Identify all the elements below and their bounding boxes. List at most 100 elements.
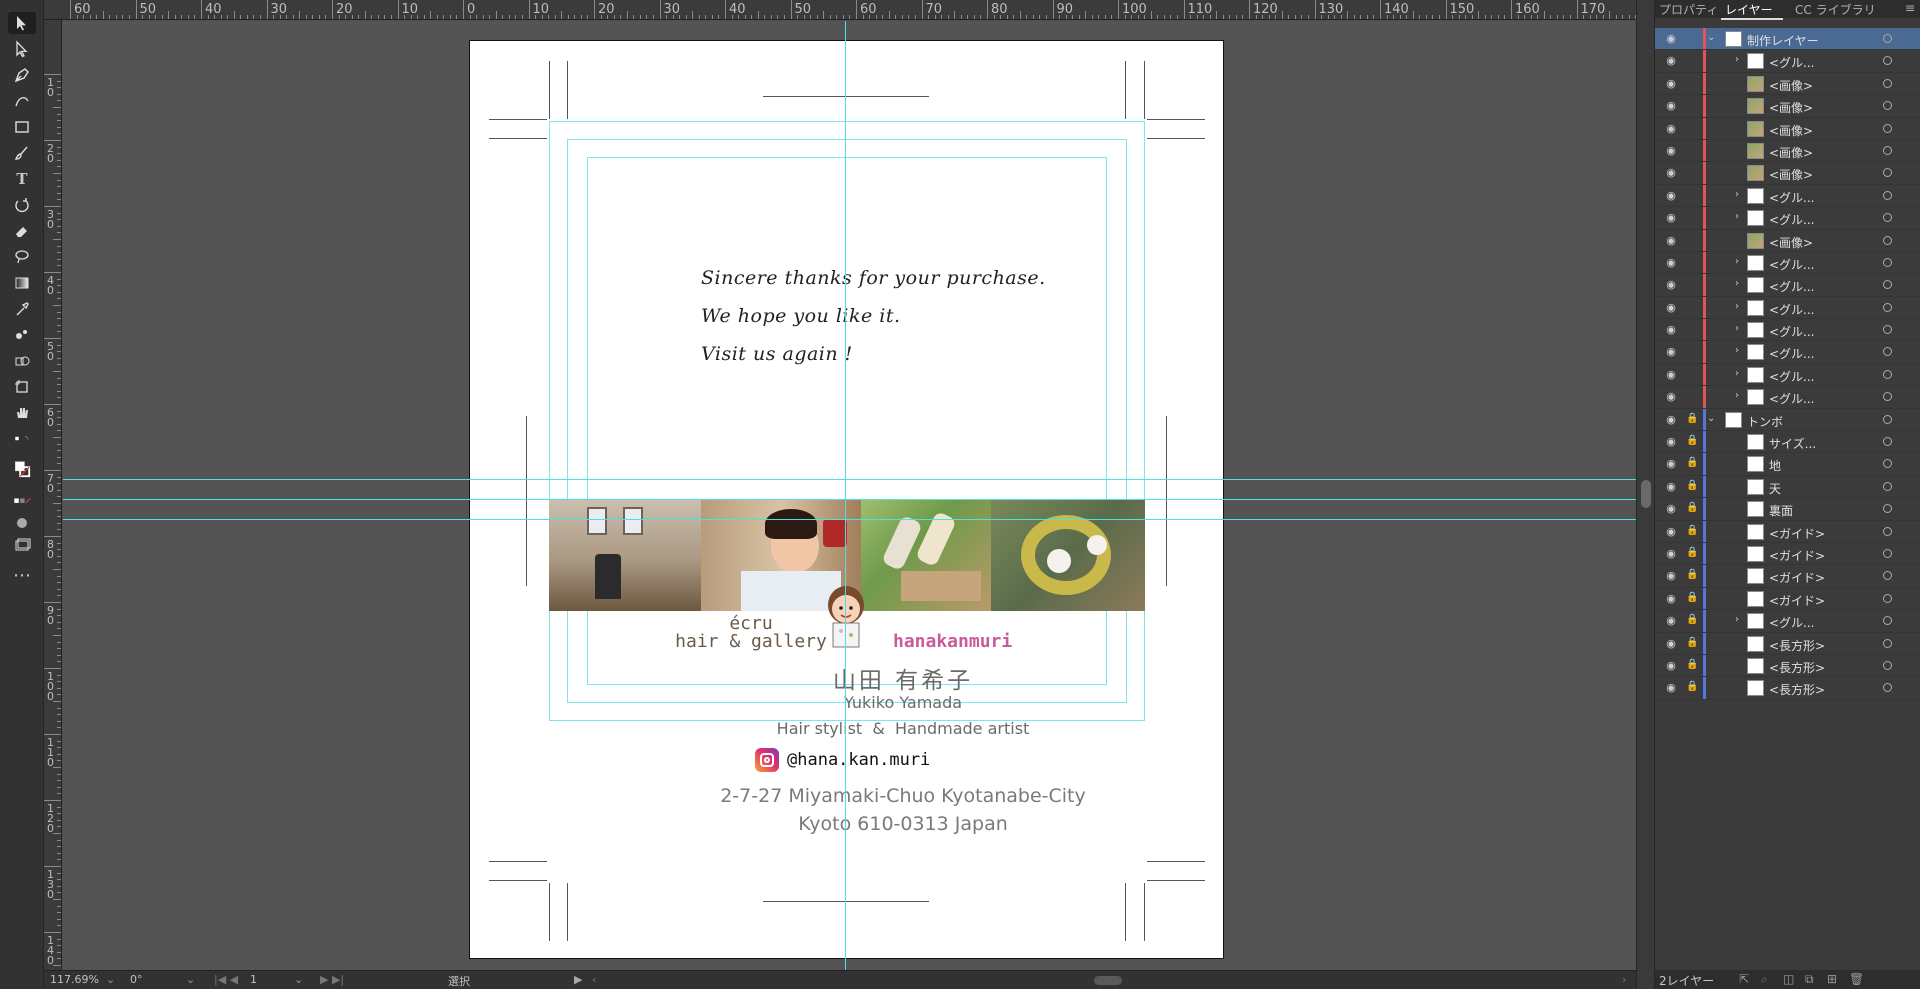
message-line-1[interactable]: Sincere thanks for your purchase. bbox=[701, 267, 1046, 289]
layer-row[interactable]: ◉ 🔒 <ガイド> bbox=[1655, 520, 1920, 543]
flower-wreath-photo[interactable] bbox=[991, 499, 1145, 611]
status-menu-arrow-icon[interactable]: ▶ bbox=[574, 973, 582, 986]
layer-name[interactable]: <グル... bbox=[1769, 301, 1815, 318]
layer-row[interactable]: ◉ › <グル... bbox=[1655, 341, 1920, 364]
lock-icon[interactable]: 🔒 bbox=[1686, 614, 1698, 625]
expand-arrow-icon[interactable]: › bbox=[1735, 368, 1739, 379]
target-circle-icon[interactable] bbox=[1883, 168, 1892, 178]
target-circle-icon[interactable] bbox=[1883, 459, 1892, 469]
target-circle-icon[interactable] bbox=[1883, 56, 1892, 66]
visibility-eye-icon[interactable]: ◉ bbox=[1664, 637, 1678, 650]
gradient-tool-icon[interactable] bbox=[8, 272, 36, 294]
delete-layer-icon[interactable]: 🗑 bbox=[1849, 972, 1864, 986]
layer-name[interactable]: トンボ bbox=[1747, 413, 1783, 430]
selection-tool-icon[interactable] bbox=[8, 12, 36, 34]
target-circle-icon[interactable] bbox=[1883, 123, 1892, 133]
target-circle-icon[interactable] bbox=[1883, 280, 1892, 290]
vertical-scrollbar-thumb[interactable] bbox=[1641, 480, 1651, 508]
artboard-number[interactable]: 1 bbox=[250, 973, 257, 986]
layer-row[interactable]: ◉ 🔒 <ガイド> bbox=[1655, 542, 1920, 566]
screen-mode-icon[interactable] bbox=[8, 534, 36, 556]
tab-layers[interactable]: レイヤー bbox=[1725, 1, 1773, 18]
vertical-scrollbar[interactable] bbox=[1636, 0, 1654, 989]
more-tools-icon[interactable]: ⋯ bbox=[8, 564, 36, 586]
rotate-tool-icon[interactable] bbox=[8, 194, 36, 216]
hair-accessory-photo[interactable] bbox=[861, 499, 991, 611]
target-circle-icon[interactable] bbox=[1883, 638, 1892, 648]
lock-icon[interactable]: 🔒 bbox=[1686, 681, 1698, 692]
layer-name[interactable]: <グル... bbox=[1769, 54, 1815, 71]
layer-name[interactable]: <ガイド> bbox=[1769, 547, 1825, 564]
visibility-eye-icon[interactable]: ◉ bbox=[1664, 166, 1678, 179]
layer-name[interactable]: <画像> bbox=[1769, 234, 1813, 251]
tab-properties[interactable]: プロパティ bbox=[1659, 1, 1718, 18]
color-mode-icon[interactable] bbox=[8, 490, 36, 512]
visibility-eye-icon[interactable]: ◉ bbox=[1664, 345, 1678, 358]
visibility-eye-icon[interactable]: ◉ bbox=[1664, 413, 1678, 426]
layer-name[interactable]: <グル... bbox=[1769, 323, 1815, 340]
name-japanese[interactable]: 山田 有希子 bbox=[603, 661, 1203, 695]
layer-row[interactable]: ◉ <画像> bbox=[1655, 162, 1920, 185]
message-line-2[interactable]: We hope you like it. bbox=[701, 305, 901, 327]
layer-row[interactable]: ◉ › <グル... bbox=[1655, 251, 1920, 275]
layer-row[interactable]: ◉ 🔒 裏面 bbox=[1655, 498, 1920, 521]
target-circle-icon[interactable] bbox=[1883, 369, 1892, 379]
layer-name[interactable]: <画像> bbox=[1769, 166, 1813, 183]
guide-horizontal[interactable] bbox=[63, 519, 1636, 520]
layer-name[interactable]: <画像> bbox=[1769, 144, 1813, 161]
layer-name[interactable]: <グル... bbox=[1769, 390, 1815, 407]
instagram-handle[interactable]: @hana.kan.muri bbox=[787, 750, 930, 770]
expand-arrow-icon[interactable]: › bbox=[1735, 189, 1739, 200]
zoom-level[interactable]: 117.69% bbox=[50, 973, 99, 986]
target-circle-icon[interactable] bbox=[1883, 616, 1892, 626]
layer-name[interactable]: <画像> bbox=[1769, 99, 1813, 116]
artboard-dropdown-icon[interactable]: ⌄ bbox=[294, 973, 303, 986]
visibility-eye-icon[interactable]: ◉ bbox=[1664, 211, 1678, 224]
target-circle-icon[interactable] bbox=[1883, 235, 1892, 245]
fill-stroke-swap-icon[interactable] bbox=[4, 428, 40, 450]
target-circle-icon[interactable] bbox=[1883, 437, 1892, 447]
visibility-eye-icon[interactable]: ◉ bbox=[1664, 278, 1678, 291]
visibility-eye-icon[interactable]: ◉ bbox=[1664, 457, 1678, 470]
layer-name[interactable]: 制作レイヤー bbox=[1747, 32, 1819, 49]
locate-object-icon[interactable]: ⌕ bbox=[1761, 972, 1768, 987]
visibility-eye-icon[interactable]: ◉ bbox=[1664, 54, 1678, 67]
layer-name[interactable]: 天 bbox=[1769, 480, 1781, 497]
fill-stroke-swatch[interactable] bbox=[8, 452, 36, 486]
lock-icon[interactable]: 🔒 bbox=[1686, 525, 1698, 536]
layer-name[interactable]: <グル... bbox=[1769, 189, 1815, 206]
last-artboard-icon[interactable]: ▶ ▶| bbox=[320, 973, 344, 986]
layer-row[interactable]: ◉ <画像> bbox=[1655, 229, 1920, 252]
layer-name[interactable]: <グル... bbox=[1769, 614, 1815, 631]
visibility-eye-icon[interactable]: ◉ bbox=[1664, 301, 1678, 314]
target-circle-icon[interactable] bbox=[1883, 34, 1892, 43]
guide-horizontal[interactable] bbox=[63, 479, 1636, 480]
layer-row[interactable]: ◉ 🔒 <長方形> bbox=[1655, 632, 1920, 655]
address-line-2[interactable]: Kyoto 610-0313 Japan bbox=[603, 813, 1203, 835]
salon-interior-photo[interactable] bbox=[549, 499, 701, 611]
visibility-eye-icon[interactable]: ◉ bbox=[1664, 502, 1678, 515]
visibility-eye-icon[interactable]: ◉ bbox=[1664, 256, 1678, 269]
target-circle-icon[interactable] bbox=[1883, 78, 1892, 88]
guide-vertical[interactable] bbox=[845, 21, 846, 970]
layer-row[interactable]: ◉ <画像> bbox=[1655, 95, 1920, 118]
visibility-eye-icon[interactable]: ◉ bbox=[1664, 480, 1678, 493]
symbol-sprayer-tool-icon[interactable] bbox=[8, 324, 36, 346]
visibility-eye-icon[interactable]: ◉ bbox=[1664, 547, 1678, 560]
layer-name[interactable]: <ガイド> bbox=[1769, 525, 1825, 542]
tab-cc-libraries[interactable]: CC ライブラリ bbox=[1795, 1, 1876, 18]
type-tool-icon[interactable]: T bbox=[8, 168, 36, 190]
brush-tool-icon[interactable] bbox=[8, 142, 36, 164]
expand-arrow-icon[interactable]: › bbox=[1735, 345, 1739, 356]
target-circle-icon[interactable] bbox=[1883, 101, 1892, 111]
pen-tool-icon[interactable] bbox=[8, 64, 36, 86]
visibility-eye-icon[interactable]: ◉ bbox=[1664, 368, 1678, 381]
layer-row[interactable]: ◉ 🔒 ⌄ トンボ bbox=[1655, 408, 1920, 432]
expand-arrow-icon[interactable]: › bbox=[1735, 256, 1739, 267]
lock-icon[interactable]: 🔒 bbox=[1686, 435, 1698, 446]
visibility-eye-icon[interactable]: ◉ bbox=[1664, 614, 1678, 627]
layer-row[interactable]: ◉ 🔒 サイズ... bbox=[1655, 431, 1920, 454]
visibility-eye-icon[interactable]: ◉ bbox=[1664, 144, 1678, 157]
target-circle-icon[interactable] bbox=[1883, 213, 1892, 223]
collapse-arrow-icon[interactable]: ⌄ bbox=[1707, 32, 1715, 43]
